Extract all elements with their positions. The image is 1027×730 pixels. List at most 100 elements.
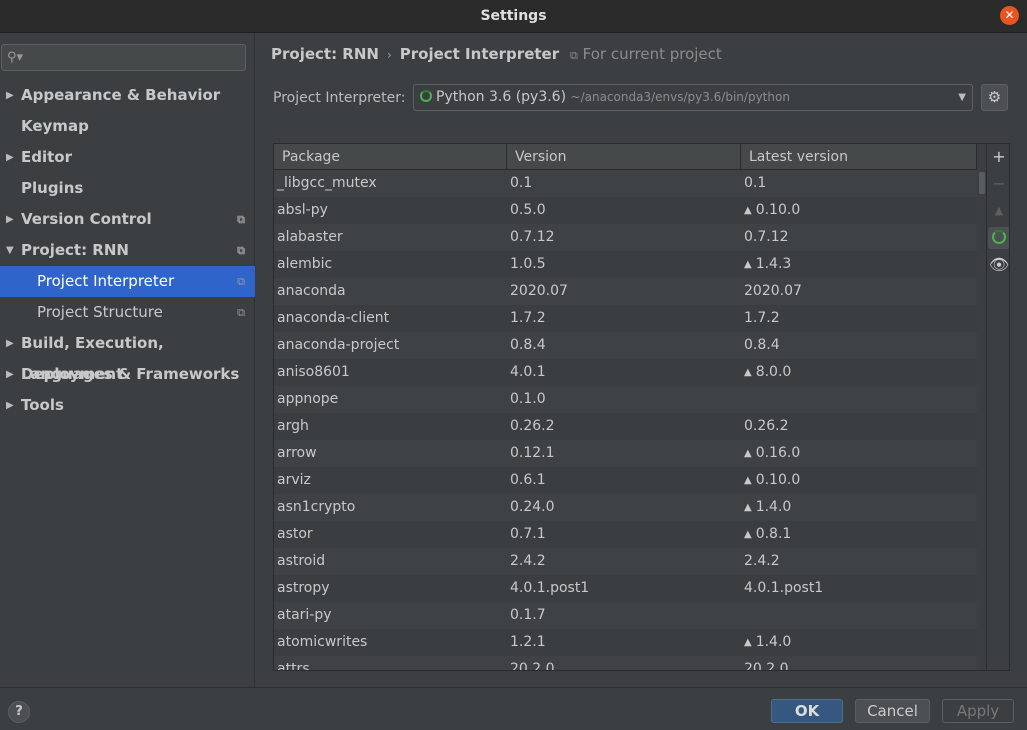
- window-title: Settings: [480, 8, 547, 24]
- expanded-arrow-icon[interactable]: ▼: [6, 235, 14, 266]
- interpreter-label: Project Interpreter:: [273, 90, 406, 106]
- table-row[interactable]: anaconda-project 0.8.4 0.8.4: [274, 332, 977, 359]
- table-row[interactable]: arrow 0.12.1 ▲ 0.16.0: [274, 440, 977, 467]
- sidebar-item-label: Languages & Frameworks: [21, 365, 240, 383]
- sidebar-item-build-execution-deployment[interactable]: ▶ Build, Execution, Deployment: [0, 328, 255, 383]
- ok-button[interactable]: OK: [771, 699, 843, 723]
- table-row[interactable]: arviz 0.6.1 ▲ 0.10.0: [274, 467, 977, 494]
- cancel-button[interactable]: Cancel: [855, 699, 930, 723]
- cell-latest: 2020.07: [741, 278, 977, 305]
- remove-package-button[interactable]: −: [988, 173, 1009, 195]
- cell-package: aniso8601: [274, 359, 507, 386]
- cell-latest: 4.0.1.post1: [741, 575, 977, 602]
- collapsed-arrow-icon[interactable]: ▶: [6, 359, 14, 390]
- sidebar-item-project-rnn[interactable]: ▼ Project: RNN ⧉: [0, 235, 255, 266]
- table-row[interactable]: atomicwrites 1.2.1 ▲ 1.4.0: [274, 629, 977, 656]
- sidebar-item-label: Editor: [21, 148, 72, 166]
- column-latest-version[interactable]: Latest version: [741, 144, 977, 170]
- table-row[interactable]: astor 0.7.1 ▲ 0.8.1: [274, 521, 977, 548]
- loading-spinner-icon: [992, 230, 1006, 244]
- sidebar-item-label: Project Interpreter: [37, 272, 175, 290]
- cell-text: anaconda-client: [277, 310, 390, 326]
- collapsed-arrow-icon[interactable]: ▶: [6, 142, 14, 173]
- sidebar-item-editor[interactable]: ▶ Editor: [0, 142, 255, 173]
- cell-latest: ▲ 1.4.3: [741, 251, 977, 278]
- cell-version: 2.4.2: [507, 548, 741, 575]
- collapsed-arrow-icon[interactable]: ▶: [6, 390, 14, 421]
- cell-text: arviz: [277, 472, 311, 488]
- table-row[interactable]: argh 0.26.2 0.26.2: [274, 413, 977, 440]
- table-row[interactable]: anaconda 2020.07 2020.07: [274, 278, 977, 305]
- column-version[interactable]: Version: [507, 144, 741, 170]
- gear-icon: ⚙: [987, 88, 1002, 106]
- breadcrumb: Project: RNN › Project Interpreter: [271, 45, 559, 63]
- cell-text: 20.2.0: [510, 661, 555, 671]
- collapsed-arrow-icon[interactable]: ▶: [6, 204, 14, 235]
- table-row[interactable]: aniso8601 4.0.1 ▲ 8.0.0: [274, 359, 977, 386]
- cell-text: 4.0.1: [510, 364, 546, 380]
- show-early-releases-button[interactable]: 👁: [988, 254, 1009, 276]
- table-row[interactable]: _libgcc_mutex 0.1 0.1: [274, 170, 977, 197]
- interpreter-select[interactable]: Python 3.6 (py3.6) ~/anaconda3/envs/py3.…: [413, 84, 973, 111]
- upgrade-package-button[interactable]: ▲: [988, 200, 1009, 222]
- sidebar-item-keymap[interactable]: Keymap: [0, 111, 255, 142]
- apply-button[interactable]: Apply: [942, 699, 1014, 723]
- cell-package: alabaster: [274, 224, 507, 251]
- sidebar-item-appearance-behavior[interactable]: ▶ Appearance & Behavior: [0, 80, 255, 111]
- close-button[interactable]: ✕: [1000, 6, 1019, 25]
- cell-version: 1.2.1: [507, 629, 741, 656]
- cell-latest: 0.26.2: [741, 413, 977, 440]
- cell-text: 0.24.0: [510, 499, 555, 515]
- cell-package: anaconda: [274, 278, 507, 305]
- sidebar: ⚲▾ ▶ Appearance & Behavior Keymap ▶ Editor Pl…: [0, 33, 255, 687]
- table-row[interactable]: astropy 4.0.1.post1 4.0.1.post1: [274, 575, 977, 602]
- cell-latest: 20.2.0: [741, 656, 977, 670]
- sidebar-item-version-control[interactable]: ▶ Version Control ⧉: [0, 204, 255, 235]
- table-row[interactable]: attrs 20.2.0 20.2.0: [274, 656, 977, 671]
- title-bar: Settings ✕: [0, 0, 1027, 33]
- upgrade-available-icon: ▲: [744, 367, 752, 378]
- cell-text: asn1crypto: [277, 499, 356, 515]
- cell-version: 0.12.1: [507, 440, 741, 467]
- sidebar-item-project-interpreter[interactable]: Project Interpreter ⧉: [0, 266, 255, 297]
- cell-latest: ▲ 0.10.0: [741, 197, 977, 224]
- help-button[interactable]: ?: [8, 701, 30, 723]
- collapsed-arrow-icon[interactable]: ▶: [6, 80, 14, 111]
- cell-version: 0.1: [507, 170, 741, 197]
- cell-version: 2020.07: [507, 278, 741, 305]
- scrollbar-thumb[interactable]: [979, 172, 985, 194]
- sidebar-item-plugins[interactable]: Plugins: [0, 173, 255, 204]
- table-row[interactable]: alembic 1.0.5 ▲ 1.4.3: [274, 251, 977, 278]
- search-input[interactable]: ⚲▾: [1, 44, 246, 71]
- column-package[interactable]: Package: [274, 144, 507, 170]
- python-spinner-icon: [420, 90, 432, 102]
- table-row[interactable]: absl-py 0.5.0 ▲ 0.10.0: [274, 197, 977, 224]
- collapsed-arrow-icon[interactable]: ▶: [6, 328, 14, 359]
- cell-text: 0.5.0: [510, 202, 546, 218]
- cell-text: 8.0.0: [755, 364, 792, 380]
- sidebar-item-languages-frameworks[interactable]: ▶ Languages & Frameworks: [0, 359, 255, 390]
- table-row[interactable]: astroid 2.4.2 2.4.2: [274, 548, 977, 575]
- cell-version: 0.1.7: [507, 602, 741, 629]
- sidebar-item-label: Project Structure: [37, 303, 163, 321]
- cell-text: 4.0.1.post1: [744, 580, 824, 596]
- cell-package: atari-py: [274, 602, 507, 629]
- cell-text: absl-py: [277, 202, 328, 218]
- add-package-button[interactable]: +: [988, 146, 1009, 168]
- table-row[interactable]: atari-py 0.1.7: [274, 602, 977, 629]
- refresh-button[interactable]: [988, 227, 1009, 249]
- table-row[interactable]: asn1crypto 0.24.0 ▲ 1.4.0: [274, 494, 977, 521]
- interpreter-settings-button[interactable]: ⚙: [981, 84, 1008, 111]
- breadcrumb-current: Project Interpreter: [399, 45, 560, 63]
- table-row[interactable]: appnope 0.1.0: [274, 386, 977, 413]
- table-row[interactable]: anaconda-client 1.7.2 1.7.2: [274, 305, 977, 332]
- footer: ? OK Cancel Apply: [0, 687, 1027, 730]
- sidebar-item-project-structure[interactable]: Project Structure ⧉: [0, 297, 255, 328]
- table-row[interactable]: alabaster 0.7.12 0.7.12: [274, 224, 977, 251]
- sidebar-item-tools[interactable]: ▶ Tools: [0, 390, 255, 421]
- cell-text: atari-py: [277, 607, 332, 623]
- sidebar-item-label: Keymap: [21, 117, 89, 135]
- cell-text: anaconda: [277, 283, 346, 299]
- cell-package: asn1crypto: [274, 494, 507, 521]
- cell-text: 0.1: [744, 175, 767, 191]
